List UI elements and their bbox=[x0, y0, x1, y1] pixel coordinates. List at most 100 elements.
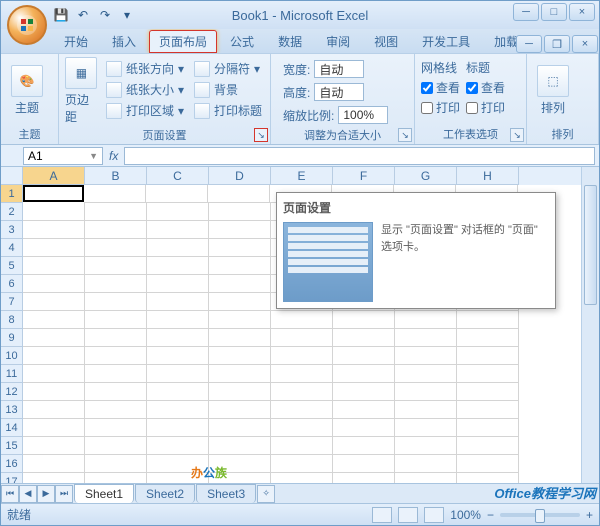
tab-data[interactable]: 数据 bbox=[267, 29, 313, 53]
view-pagebreak-button[interactable] bbox=[424, 507, 444, 523]
cell-E12[interactable] bbox=[271, 383, 333, 401]
sheet-new-button[interactable]: ✧ bbox=[257, 485, 275, 503]
cell-H12[interactable] bbox=[457, 383, 519, 401]
cell-D12[interactable] bbox=[209, 383, 271, 401]
tab-formulas[interactable]: 公式 bbox=[219, 29, 265, 53]
tab-developer[interactable]: 开发工具 bbox=[411, 29, 481, 53]
arrange-button[interactable]: ⬚ 排列 bbox=[533, 57, 573, 124]
cell-D2[interactable] bbox=[209, 203, 271, 221]
row-header-10[interactable]: 10 bbox=[1, 347, 22, 365]
cell-E11[interactable] bbox=[271, 365, 333, 383]
cell-H8[interactable] bbox=[457, 311, 519, 329]
width-input[interactable] bbox=[314, 60, 364, 78]
close-button[interactable]: × bbox=[569, 3, 595, 21]
fx-icon[interactable]: fx bbox=[109, 149, 118, 163]
cell-C7[interactable] bbox=[147, 293, 209, 311]
cell-A8[interactable] bbox=[23, 311, 85, 329]
cell-H9[interactable] bbox=[457, 329, 519, 347]
gridlines-print-check[interactable]: 打印 bbox=[421, 99, 460, 116]
cell-A17[interactable] bbox=[23, 473, 85, 483]
cell-B10[interactable] bbox=[85, 347, 147, 365]
cell-B13[interactable] bbox=[85, 401, 147, 419]
undo-icon[interactable]: ↶ bbox=[75, 7, 91, 23]
cell-H15[interactable] bbox=[457, 437, 519, 455]
cell-C15[interactable] bbox=[147, 437, 209, 455]
cell-F17[interactable] bbox=[333, 473, 395, 483]
scrollbar-thumb[interactable] bbox=[584, 185, 597, 305]
cell-D14[interactable] bbox=[209, 419, 271, 437]
col-header-A[interactable]: A bbox=[23, 167, 85, 185]
row-header-16[interactable]: 16 bbox=[1, 455, 22, 473]
zoom-slider[interactable] bbox=[500, 513, 580, 517]
cell-A13[interactable] bbox=[23, 401, 85, 419]
row-header-17[interactable]: 17 bbox=[1, 473, 22, 483]
cell-B7[interactable] bbox=[85, 293, 147, 311]
sheet-tab-2[interactable]: Sheet2 bbox=[135, 484, 195, 503]
tab-insert[interactable]: 插入 bbox=[101, 29, 147, 53]
sheet-nav-next[interactable]: ▶ bbox=[37, 485, 55, 503]
cell-E14[interactable] bbox=[271, 419, 333, 437]
cell-F15[interactable] bbox=[333, 437, 395, 455]
col-header-E[interactable]: E bbox=[271, 167, 333, 185]
cell-B14[interactable] bbox=[85, 419, 147, 437]
cell-D5[interactable] bbox=[209, 257, 271, 275]
cell-H10[interactable] bbox=[457, 347, 519, 365]
sheetoptions-launcher[interactable]: ↘ bbox=[510, 128, 524, 142]
gridlines-view-check[interactable]: 查看 bbox=[421, 79, 460, 96]
cell-A15[interactable] bbox=[23, 437, 85, 455]
cell-A1[interactable] bbox=[23, 185, 84, 202]
sheet-tab-1[interactable]: Sheet1 bbox=[74, 484, 134, 503]
sheet-nav-prev[interactable]: ◀ bbox=[19, 485, 37, 503]
col-header-H[interactable]: H bbox=[457, 167, 519, 185]
row-header-7[interactable]: 7 bbox=[1, 293, 22, 311]
row-header-2[interactable]: 2 bbox=[1, 203, 22, 221]
cell-C3[interactable] bbox=[147, 221, 209, 239]
col-header-C[interactable]: C bbox=[147, 167, 209, 185]
headings-view-check[interactable]: 查看 bbox=[466, 79, 505, 96]
cell-A2[interactable] bbox=[23, 203, 85, 221]
cell-F8[interactable] bbox=[333, 311, 395, 329]
cell-A12[interactable] bbox=[23, 383, 85, 401]
cell-A7[interactable] bbox=[23, 293, 85, 311]
view-pagelayout-button[interactable] bbox=[398, 507, 418, 523]
name-box[interactable]: A1▼ bbox=[23, 147, 103, 165]
cell-F10[interactable] bbox=[333, 347, 395, 365]
sub-restore-button[interactable]: ❐ bbox=[544, 35, 570, 53]
cell-A11[interactable] bbox=[23, 365, 85, 383]
pagesetup-launcher[interactable]: ↘ bbox=[254, 128, 268, 142]
col-header-G[interactable]: G bbox=[395, 167, 457, 185]
cell-E13[interactable] bbox=[271, 401, 333, 419]
cell-G13[interactable] bbox=[395, 401, 457, 419]
row-header-12[interactable]: 12 bbox=[1, 383, 22, 401]
redo-icon[interactable]: ↷ bbox=[97, 7, 113, 23]
cell-C2[interactable] bbox=[147, 203, 209, 221]
scale-launcher[interactable]: ↘ bbox=[398, 128, 412, 142]
col-header-B[interactable]: B bbox=[85, 167, 147, 185]
cell-F9[interactable] bbox=[333, 329, 395, 347]
cell-F12[interactable] bbox=[333, 383, 395, 401]
cell-F16[interactable] bbox=[333, 455, 395, 473]
sheet-nav-last[interactable]: ⏭ bbox=[55, 485, 73, 503]
qat-dropdown-icon[interactable]: ▾ bbox=[119, 7, 135, 23]
tab-home[interactable]: 开始 bbox=[53, 29, 99, 53]
zoom-level[interactable]: 100% bbox=[450, 508, 481, 522]
zoom-out-button[interactable]: − bbox=[487, 508, 494, 522]
cell-D15[interactable] bbox=[209, 437, 271, 455]
cell-D7[interactable] bbox=[209, 293, 271, 311]
cell-G16[interactable] bbox=[395, 455, 457, 473]
cell-A10[interactable] bbox=[23, 347, 85, 365]
sub-minimize-button[interactable]: ─ bbox=[516, 35, 542, 53]
cell-D4[interactable] bbox=[209, 239, 271, 257]
tab-review[interactable]: 审阅 bbox=[315, 29, 361, 53]
cell-G11[interactable] bbox=[395, 365, 457, 383]
size-button[interactable]: 纸张大小▾ bbox=[104, 80, 186, 99]
cell-C14[interactable] bbox=[147, 419, 209, 437]
cell-E9[interactable] bbox=[271, 329, 333, 347]
themes-button[interactable]: 🎨 主题 bbox=[7, 57, 47, 124]
formula-input[interactable] bbox=[124, 147, 595, 165]
orientation-button[interactable]: 纸张方向▾ bbox=[104, 59, 186, 78]
row-header-15[interactable]: 15 bbox=[1, 437, 22, 455]
cell-D1[interactable] bbox=[208, 185, 270, 203]
cell-G9[interactable] bbox=[395, 329, 457, 347]
cell-A5[interactable] bbox=[23, 257, 85, 275]
